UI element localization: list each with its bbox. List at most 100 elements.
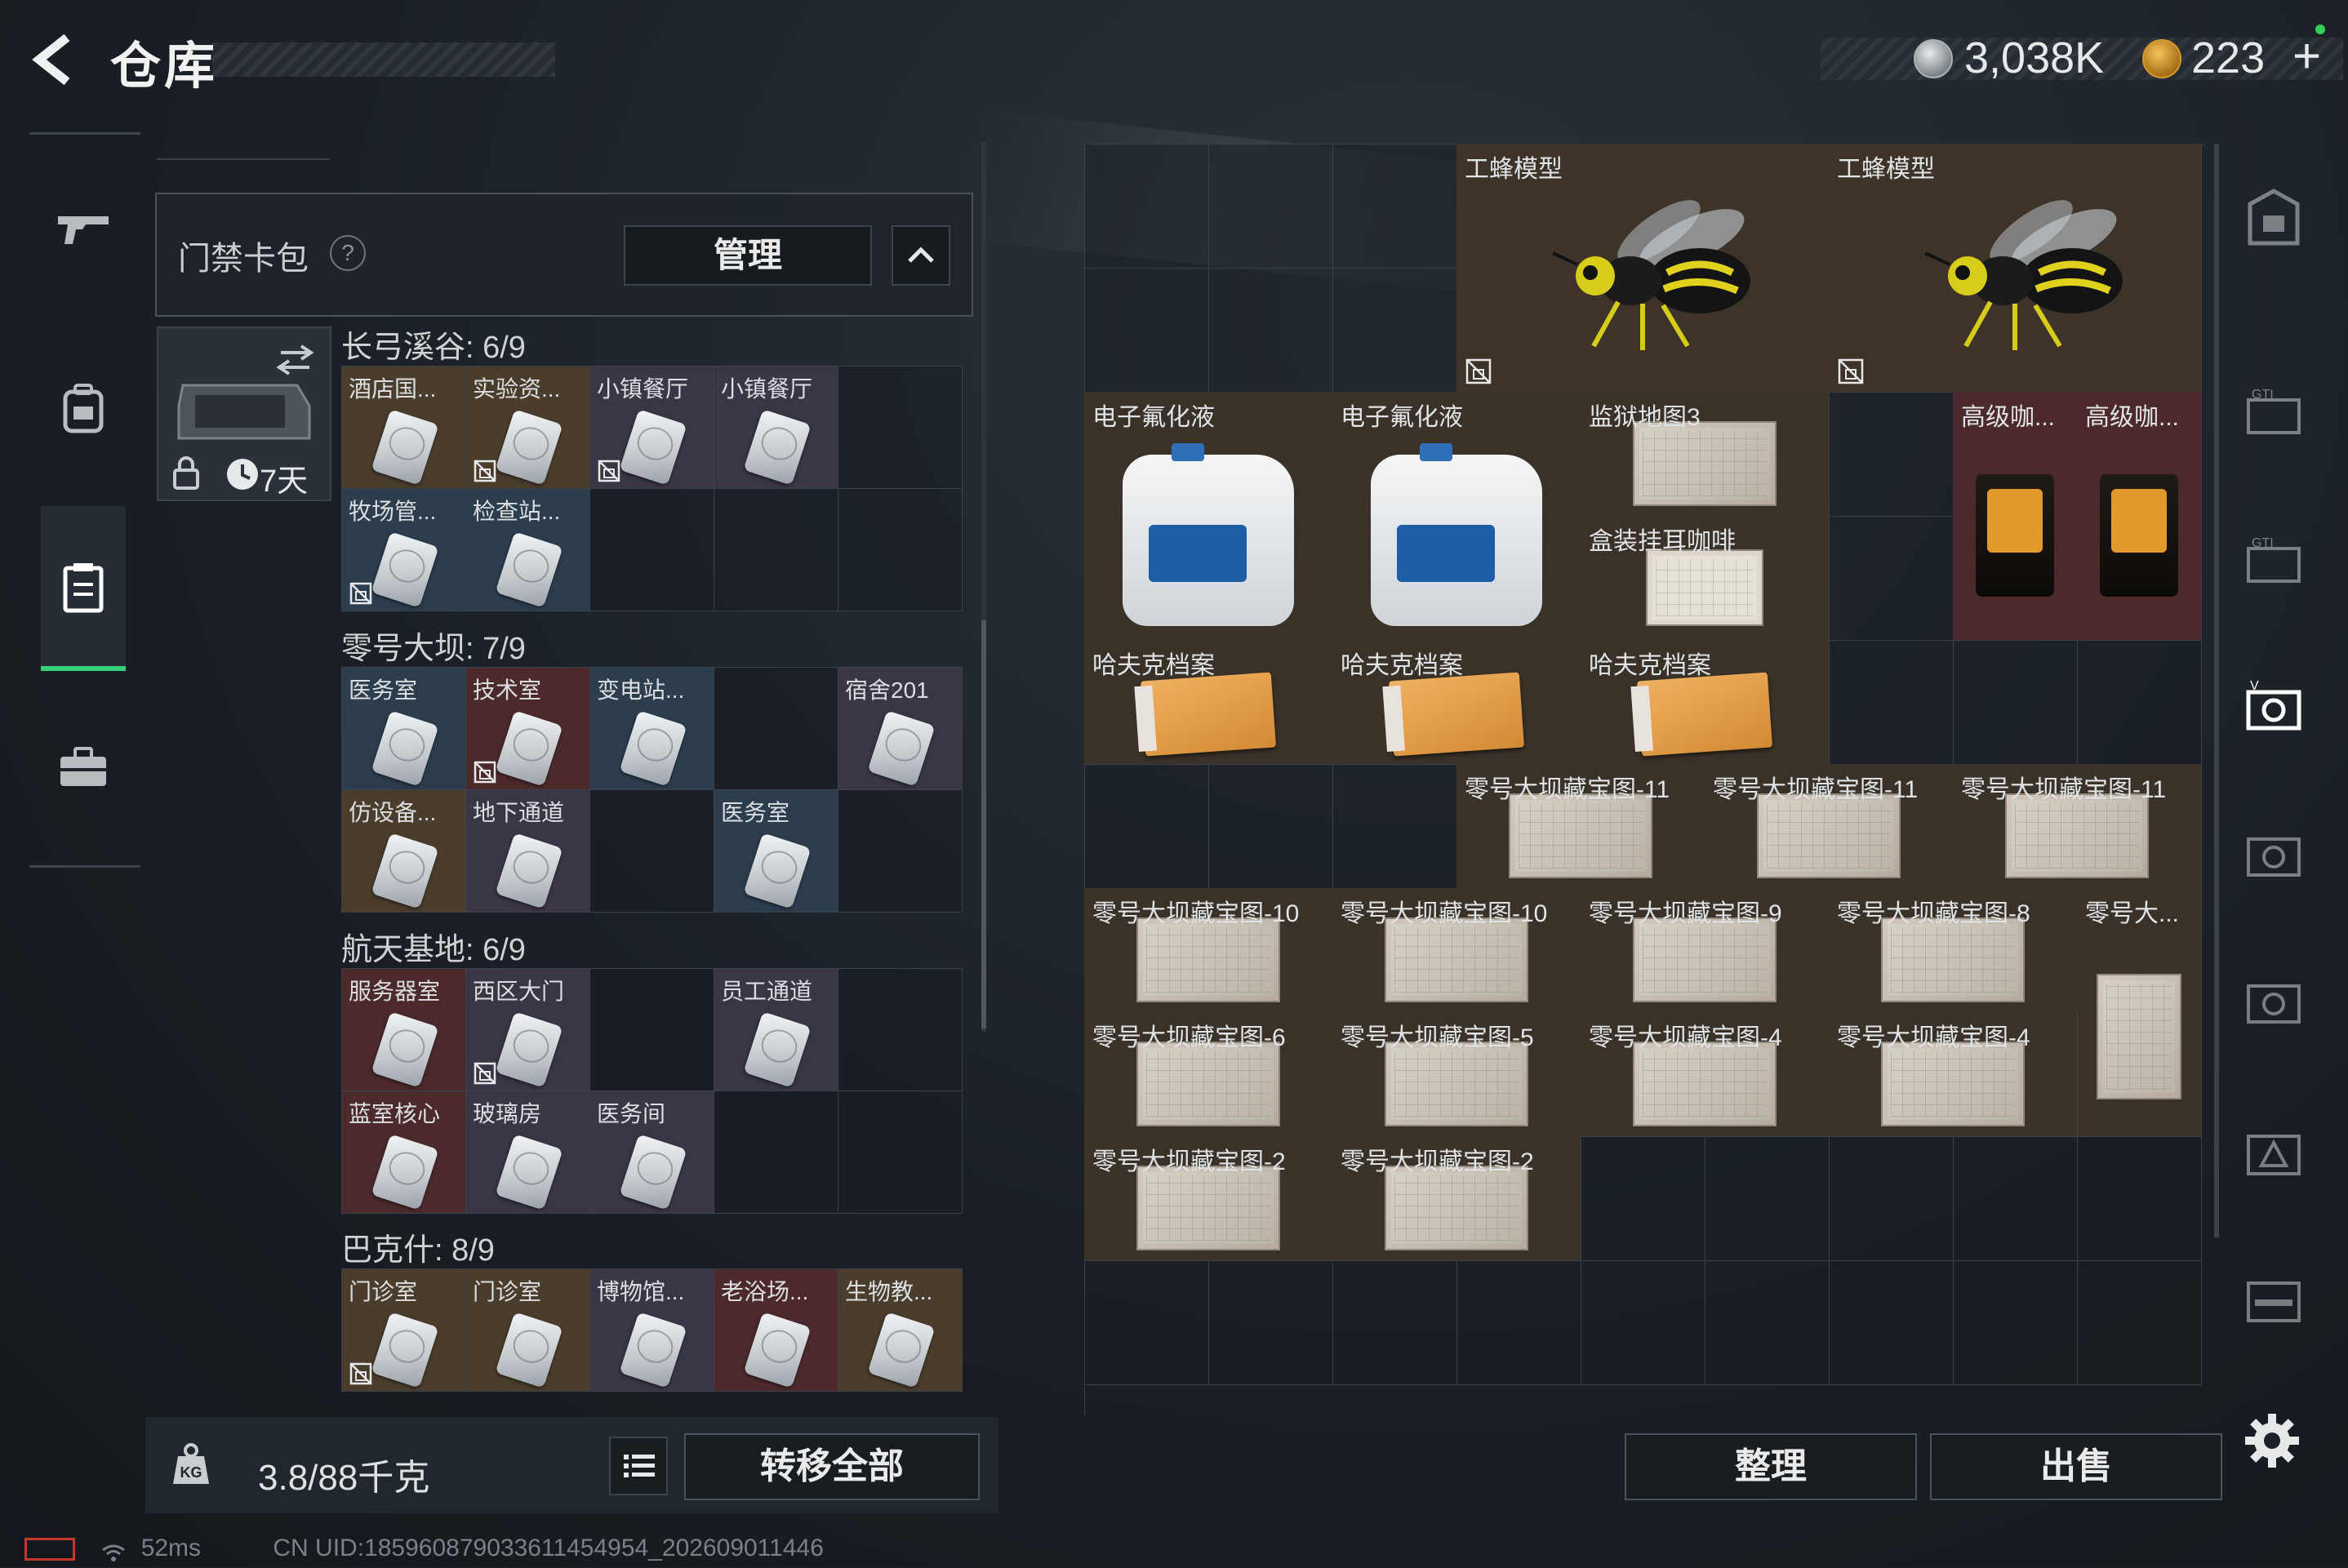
access-card-slot[interactable]: 实验资... bbox=[466, 366, 590, 489]
access-card-slot[interactable]: 医务室 bbox=[714, 790, 838, 913]
warehouse-item[interactable]: 盒装挂耳咖啡 bbox=[1581, 516, 1830, 641]
collapse-button[interactable] bbox=[892, 225, 950, 286]
access-card-slot[interactable]: 博物馆... bbox=[590, 1269, 714, 1392]
access-card-slot[interactable]: 酒店国... bbox=[342, 366, 466, 489]
access-card-slot[interactable]: 生物教... bbox=[838, 1269, 963, 1392]
warehouse-empty-slot[interactable] bbox=[1954, 1137, 2078, 1261]
access-card-slot[interactable]: 西区大门 bbox=[466, 969, 590, 1091]
warehouse-item[interactable]: 零号大坝藏宝图-11 bbox=[1705, 764, 1954, 889]
warehouse-empty-slot[interactable] bbox=[1085, 765, 1209, 889]
access-card-slot[interactable]: 小镇餐厅 bbox=[590, 366, 714, 489]
access-card-slot[interactable]: 技术室 bbox=[466, 668, 590, 790]
access-card-slot[interactable]: 员工通道 bbox=[714, 969, 838, 1091]
access-card-slot[interactable]: 仿设备... bbox=[342, 790, 466, 913]
warehouse-item[interactable]: 零号大坝藏宝图-5 bbox=[1332, 1012, 1581, 1137]
warehouse-item[interactable]: 零号大坝藏宝图-10 bbox=[1084, 888, 1333, 1013]
access-card-slot[interactable]: 医务室 bbox=[342, 668, 466, 790]
warehouse-item[interactable]: 电子氟化液 bbox=[1084, 392, 1333, 641]
rail-backpack-button[interactable] bbox=[41, 367, 126, 449]
rail-gti-weapon-icon[interactable] bbox=[2243, 1267, 2304, 1327]
warehouse-empty-slot[interactable] bbox=[2078, 1137, 2202, 1261]
warehouse-item[interactable]: 零号大坝藏宝图-11 bbox=[1456, 764, 1705, 889]
access-card-slot[interactable]: 门诊室 bbox=[342, 1269, 466, 1392]
warehouse-item[interactable]: 零号大坝藏宝图-10 bbox=[1332, 888, 1581, 1013]
warehouse-empty-slot[interactable] bbox=[1830, 517, 1954, 641]
warehouse-empty-slot[interactable] bbox=[1457, 1261, 1581, 1385]
warehouse-empty-slot[interactable] bbox=[1954, 1261, 2078, 1385]
rail-storage-slot-icon[interactable] bbox=[2243, 186, 2304, 247]
rail-gti-box-icon[interactable]: GTI bbox=[2243, 384, 2304, 444]
warehouse-empty-slot[interactable] bbox=[2078, 1261, 2202, 1385]
warehouse-empty-slot[interactable] bbox=[1705, 1137, 1830, 1261]
access-card-slot[interactable]: 医务间 bbox=[590, 1091, 714, 1214]
rail-gti-triangle-icon[interactable] bbox=[2243, 1120, 2304, 1180]
warehouse-item[interactable]: 零号大坝藏宝图-4 bbox=[1581, 1012, 1830, 1137]
warehouse-empty-slot[interactable] bbox=[1333, 765, 1457, 889]
rail-briefcase-button[interactable] bbox=[41, 726, 126, 808]
warehouse-empty-slot[interactable] bbox=[1830, 393, 1954, 517]
left-scrollbar-thumb[interactable] bbox=[981, 620, 986, 1028]
access-card-slot[interactable]: 宿舍201 bbox=[838, 668, 963, 790]
access-card-slot[interactable]: 玻璃房 bbox=[466, 1091, 590, 1214]
warehouse-empty-slot[interactable] bbox=[1209, 765, 1333, 889]
manage-button[interactable]: 管理 bbox=[624, 225, 872, 286]
rail-weapons-button[interactable] bbox=[41, 188, 126, 269]
warehouse-empty-slot[interactable] bbox=[1705, 1261, 1830, 1385]
sort-button[interactable]: 整理 bbox=[1625, 1433, 1917, 1500]
rail-gear-box-2-icon[interactable] bbox=[2243, 824, 2304, 885]
warehouse-empty-slot[interactable] bbox=[1581, 1137, 1705, 1261]
sell-button[interactable]: 出售 bbox=[1930, 1433, 2222, 1500]
warehouse-item[interactable]: 零号大坝藏宝图-9 bbox=[1581, 888, 1830, 1013]
access-card-slot[interactable]: 检查站... bbox=[466, 489, 590, 611]
warehouse-empty-slot[interactable] bbox=[1209, 269, 1333, 393]
access-card-slot[interactable]: 牧场管... bbox=[342, 489, 466, 611]
access-card-slot[interactable]: 服务器室 bbox=[342, 969, 466, 1091]
warehouse-empty-slot[interactable] bbox=[1209, 1261, 1333, 1385]
warehouse-item[interactable]: 高级咖... bbox=[2077, 392, 2202, 641]
warehouse-item[interactable]: 零号大坝藏宝图-8 bbox=[1829, 888, 2078, 1013]
warehouse-empty-slot[interactable] bbox=[1333, 1261, 1457, 1385]
rail-gear-box-active-icon[interactable]: V bbox=[2243, 677, 2304, 738]
warehouse-item[interactable]: 零号大坝藏宝图-4 bbox=[1829, 1012, 2078, 1137]
access-card-slot[interactable]: 蓝室核心 bbox=[342, 1091, 466, 1214]
access-card-slot[interactable]: 小镇餐厅 bbox=[714, 366, 838, 489]
transfer-all-button[interactable]: 转移全部 bbox=[684, 1433, 980, 1500]
warehouse-empty-slot[interactable] bbox=[1085, 269, 1209, 393]
rail-warehouse-button[interactable] bbox=[41, 547, 126, 629]
warehouse-empty-slot[interactable] bbox=[1085, 1261, 1209, 1385]
warehouse-empty-slot[interactable] bbox=[1954, 641, 2078, 765]
warehouse-empty-slot[interactable] bbox=[1830, 1261, 1954, 1385]
warehouse-item[interactable]: 监狱地图3 bbox=[1581, 392, 1830, 517]
warehouse-item[interactable]: 零号大坝藏宝图-2 bbox=[1084, 1136, 1333, 1261]
warehouse-empty-slot[interactable] bbox=[1830, 1137, 1954, 1261]
rail-gti-case-icon[interactable]: GTI bbox=[2243, 532, 2304, 593]
warehouse-empty-slot[interactable] bbox=[1333, 144, 1457, 269]
warehouse-item[interactable]: 工蜂模型 bbox=[1456, 144, 1830, 393]
warehouse-empty-slot[interactable] bbox=[1209, 144, 1333, 269]
warehouse-item[interactable]: 高级咖... bbox=[1953, 392, 2078, 641]
add-currency-button[interactable]: + bbox=[2292, 28, 2321, 84]
warehouse-item[interactable]: 零号大坝藏宝图-2 bbox=[1332, 1136, 1581, 1261]
warehouse-empty-slot[interactable] bbox=[1830, 641, 1954, 765]
warehouse-item[interactable]: 哈夫克档案 bbox=[1332, 640, 1581, 765]
warehouse-empty-slot[interactable] bbox=[1333, 269, 1457, 393]
warehouse-item[interactable]: 哈夫克档案 bbox=[1581, 640, 1830, 765]
warehouse-item[interactable]: 工蜂模型 bbox=[1829, 144, 2202, 393]
access-card-slot[interactable]: 变电站... bbox=[590, 668, 714, 790]
warehouse-item[interactable]: 零号大... bbox=[2077, 888, 2202, 1137]
access-card-slot[interactable]: 地下通道 bbox=[466, 790, 590, 913]
warehouse-empty-slot[interactable] bbox=[2078, 641, 2202, 765]
right-scrollbar[interactable] bbox=[2214, 144, 2219, 1237]
back-button[interactable] bbox=[24, 31, 90, 88]
warehouse-empty-slot[interactable] bbox=[1085, 144, 1209, 269]
warehouse-empty-slot[interactable] bbox=[1581, 1261, 1705, 1385]
list-view-button[interactable] bbox=[609, 1437, 668, 1495]
settings-gear-button[interactable] bbox=[2243, 1412, 2301, 1469]
warehouse-item[interactable]: 电子氟化液 bbox=[1332, 392, 1581, 641]
access-card-slot[interactable]: 老浴场... bbox=[714, 1269, 838, 1392]
rail-gear-box-3-icon[interactable] bbox=[2243, 971, 2304, 1032]
warehouse-item[interactable]: 哈夫克档案 bbox=[1084, 640, 1333, 765]
access-card-slot[interactable]: 门诊室 bbox=[466, 1269, 590, 1392]
help-icon[interactable]: ? bbox=[330, 235, 366, 271]
warehouse-item[interactable]: 零号大坝藏宝图-11 bbox=[1953, 764, 2202, 889]
